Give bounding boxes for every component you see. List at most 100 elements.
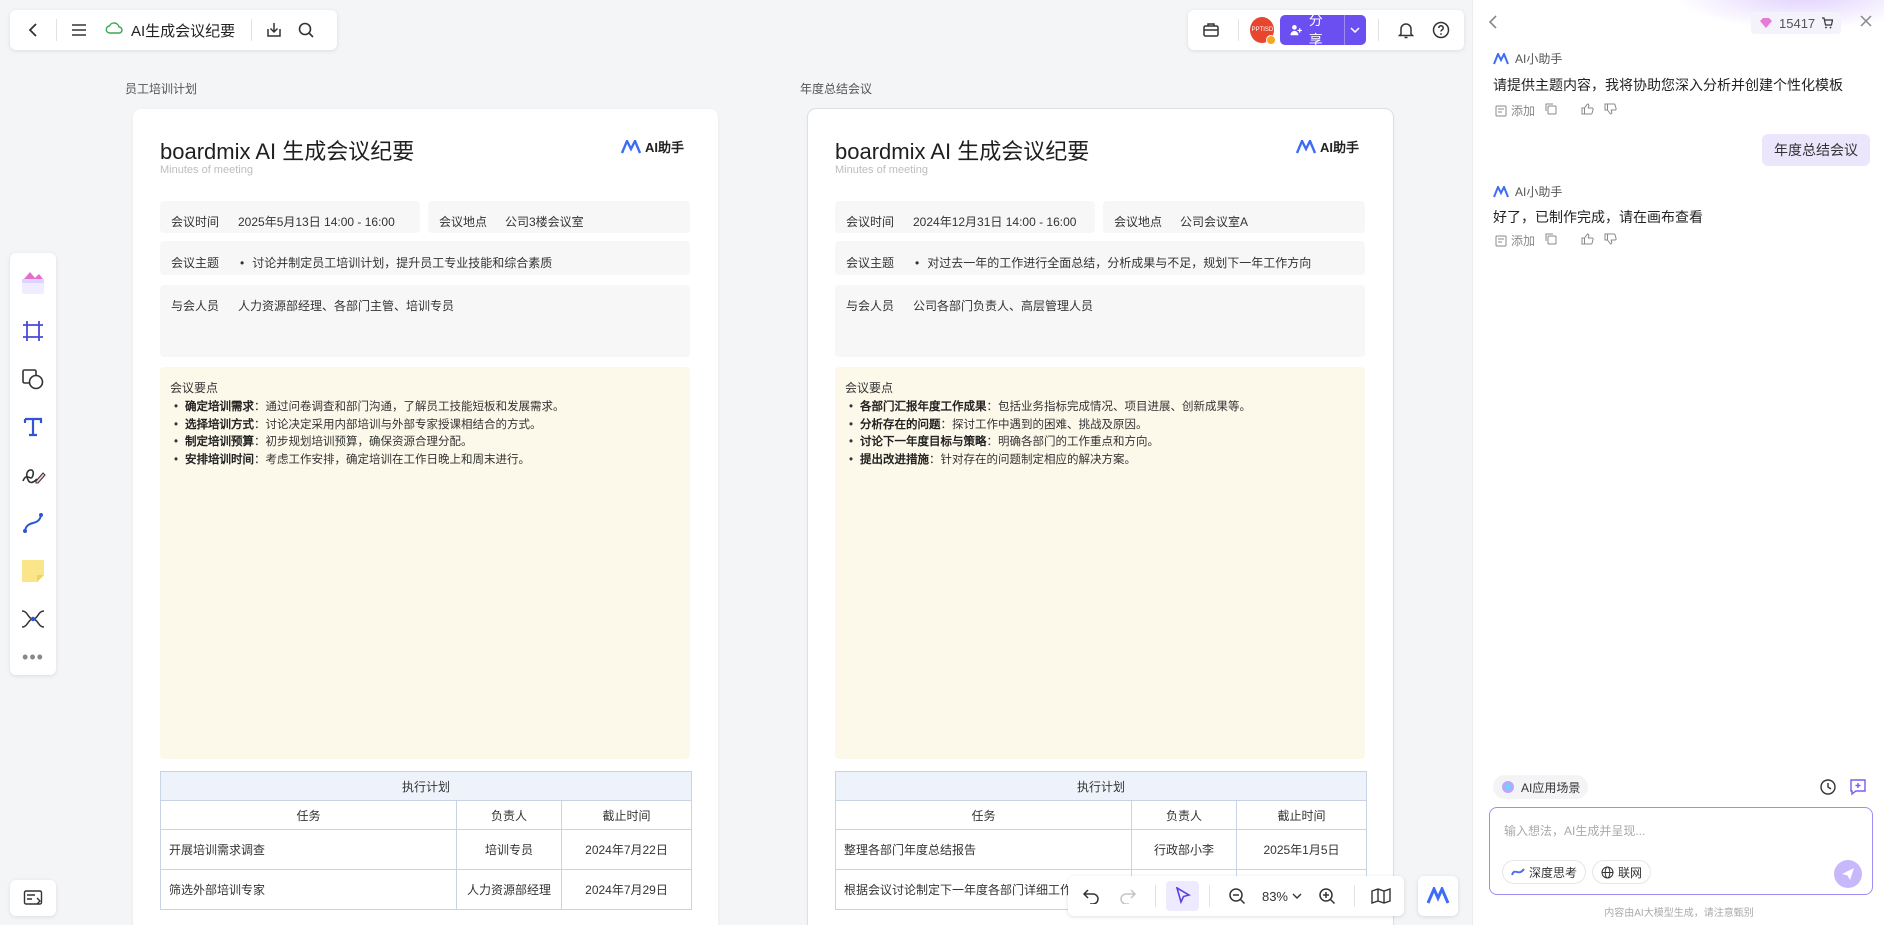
- history-icon[interactable]: [1819, 778, 1837, 801]
- message-actions: 添加: [1495, 232, 1617, 249]
- connector-tool-icon[interactable]: [13, 499, 53, 547]
- list-item: 选择培训方式：讨论决定采用内部培训与外部专家授课相结合的方式。: [174, 417, 565, 435]
- notes-header: 会议要点: [845, 381, 894, 395]
- back-icon[interactable]: [1487, 14, 1499, 35]
- ai-assistant-button[interactable]: [1418, 876, 1458, 916]
- shape-tool-icon[interactable]: [13, 355, 53, 403]
- share-button[interactable]: 分享: [1280, 12, 1367, 48]
- map-icon[interactable]: [1364, 881, 1398, 911]
- ai-scene-button[interactable]: AI应用场景: [1493, 775, 1589, 799]
- text-tool-icon[interactable]: [13, 403, 53, 451]
- table-header: 截止时间: [1236, 800, 1367, 830]
- send-icon: [1842, 868, 1854, 880]
- add-label: 添加: [1511, 234, 1536, 248]
- meeting-place-box: 会议地点 公司3楼会议室: [428, 201, 690, 233]
- field-label: 会议地点: [439, 215, 488, 229]
- cart-icon: [1822, 17, 1834, 29]
- back-icon[interactable]: [18, 14, 50, 46]
- template-icon[interactable]: [13, 259, 53, 307]
- field-value: 2024年12月31日 14:00 - 16:00: [913, 215, 1077, 229]
- table-cell: 培训专员: [456, 829, 562, 870]
- add-to-canvas-button[interactable]: 添加: [1495, 232, 1535, 249]
- list-item: 分析存在的问题：探讨工作中遇到的困难、挑战及原因。: [849, 417, 1251, 435]
- field-label: 与会人员: [846, 299, 895, 313]
- zoom-select[interactable]: 83%: [1258, 889, 1306, 904]
- ai-scene-label: AI应用场景: [1521, 780, 1581, 795]
- meeting-topic-box: 会议主题 对过去一年的工作进行全面总结，分析成果与不足，规划下一年工作方向: [835, 241, 1365, 275]
- add-to-canvas-button[interactable]: 添加: [1495, 102, 1535, 119]
- credits-badge[interactable]: 15417: [1751, 12, 1842, 34]
- avatar[interactable]: PPTISD: [1250, 17, 1277, 45]
- frame-label[interactable]: 年度总结会议: [800, 80, 872, 97]
- sticky-note-icon[interactable]: [13, 547, 53, 595]
- logo-text: AI助手: [1319, 140, 1359, 155]
- web-search-toggle[interactable]: 联网: [1592, 860, 1652, 884]
- copy-icon[interactable]: [1545, 103, 1557, 118]
- ai-assistant-logo: AI助手: [1295, 137, 1359, 156]
- deep-think-label: 深度思考: [1529, 865, 1578, 880]
- ai-scene-icon: [1502, 781, 1514, 793]
- chat-input[interactable]: 输入想法，AI生成并呈现...: [1504, 822, 1645, 839]
- select-cursor-icon[interactable]: [1165, 881, 1200, 911]
- table-caption: 执行计划: [835, 771, 1367, 801]
- thumbs-down-icon[interactable]: [1604, 103, 1617, 118]
- add-user-icon: [1290, 25, 1303, 36]
- new-chat-icon[interactable]: [1849, 778, 1867, 801]
- bell-icon[interactable]: [1391, 14, 1421, 46]
- divider: [56, 19, 57, 41]
- table-cell: 行政部小李: [1131, 829, 1237, 870]
- thumbs-up-icon[interactable]: [1581, 233, 1594, 248]
- mindmap-tool-icon[interactable]: [13, 595, 53, 643]
- meeting-minutes-card[interactable]: boardmix AI 生成会议纪要 Minutes of meeting AI…: [133, 109, 718, 925]
- divider: [1209, 885, 1211, 907]
- close-icon[interactable]: [1859, 14, 1873, 33]
- search-icon[interactable]: [290, 14, 322, 46]
- undo-icon[interactable]: [1074, 881, 1108, 911]
- ai-assistant-logo: AI助手: [620, 137, 684, 156]
- panel-header: 15417: [1473, 12, 1884, 36]
- top-right-toolbar: PPTISD 分享: [1188, 10, 1464, 50]
- table-cell: 2024年7月22日: [561, 829, 692, 870]
- download-icon[interactable]: [258, 14, 290, 46]
- meeting-minutes-card[interactable]: boardmix AI 生成会议纪要 Minutes of meeting AI…: [807, 108, 1394, 925]
- more-icon[interactable]: •••: [22, 647, 44, 668]
- add-label: 添加: [1511, 104, 1536, 118]
- credits-gem-icon: [1760, 18, 1772, 28]
- frame-tool-icon[interactable]: [13, 307, 53, 355]
- notes-list: 确定培训需求：通过问卷调查和部门沟通，了解员工技能短板和发展需求。 选择培训方式…: [174, 399, 565, 469]
- copy-icon[interactable]: [1545, 233, 1557, 248]
- zoom-out-icon[interactable]: [1220, 881, 1254, 911]
- globe-icon: [1601, 866, 1614, 878]
- chevron-down-icon[interactable]: [1345, 27, 1367, 33]
- avatar-text: PPTISD: [1251, 27, 1274, 33]
- menu-icon[interactable]: [63, 14, 95, 46]
- share-main[interactable]: 分享: [1280, 12, 1345, 48]
- field-label: 会议时间: [846, 215, 895, 229]
- send-button[interactable]: [1834, 860, 1862, 888]
- execution-plan-table: 执行计划 任务 负责人 截止时间 开展培训需求调查 培训专员 2024年7月22…: [160, 771, 692, 910]
- redo-icon[interactable]: [1112, 881, 1146, 911]
- frame-label[interactable]: 员工培训计划: [125, 80, 197, 97]
- toolbox-icon[interactable]: [1196, 14, 1226, 46]
- table-header: 负责人: [1131, 800, 1237, 830]
- list-item: 确定培训需求：通过问卷调查和部门沟通，了解员工技能短板和发展需求。: [174, 399, 565, 417]
- zoom-in-icon[interactable]: [1310, 881, 1344, 911]
- add-icon: [1495, 235, 1507, 246]
- meeting-topic-box: 会议主题 讨论并制定员工培训计划，提升员工专业技能和综合素质: [160, 241, 690, 275]
- tool-palette: •••: [10, 253, 56, 675]
- list-item: 提出改进措施：针对存在的问题制定相应的解决方案。: [849, 452, 1251, 470]
- web-label: 联网: [1618, 865, 1643, 880]
- help-icon[interactable]: [1427, 14, 1457, 46]
- chat-input-box[interactable]: 输入想法，AI生成并呈现... 深度思考 联网: [1489, 807, 1873, 895]
- field-label: 与会人员: [171, 299, 220, 313]
- pen-tool-icon[interactable]: [13, 451, 53, 499]
- deep-think-icon: [1511, 868, 1525, 876]
- thumbs-up-icon[interactable]: [1581, 103, 1594, 118]
- deep-think-toggle[interactable]: 深度思考: [1502, 860, 1587, 884]
- document-title[interactable]: AI生成会议纪要: [95, 20, 245, 41]
- thumbs-down-icon[interactable]: [1604, 233, 1617, 248]
- divider: [1378, 19, 1380, 41]
- layers-panel-icon[interactable]: [10, 880, 56, 916]
- share-label: 分享: [1308, 12, 1323, 48]
- whiteboard-canvas[interactable]: AI生成会议纪要 PPTISD 分享 ••• 员工培训计划 boardmix A…: [0, 0, 1472, 925]
